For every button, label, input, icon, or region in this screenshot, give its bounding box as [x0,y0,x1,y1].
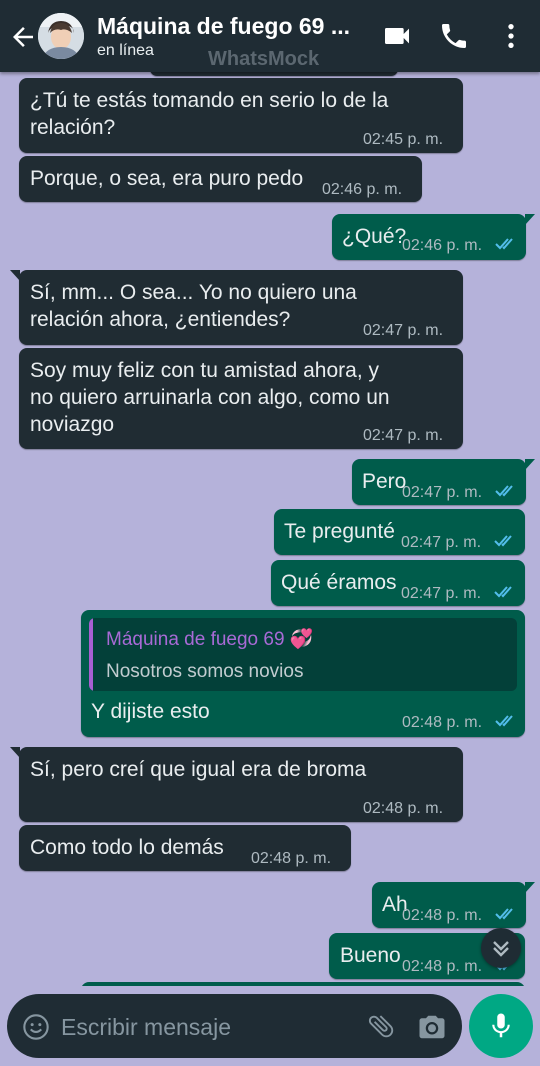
message-bubble-partial [150,72,398,76]
message-bubble-outgoing[interactable]: Te pregunté 02:47 p. m. [274,509,525,555]
message-bubble-incoming[interactable]: ¿Tú te estás tomando en serio lo de la r… [19,78,463,153]
message-time: 02:46 p. m. [322,181,403,198]
mic-icon [492,1013,510,1038]
watermark: WhatsMock [208,48,320,70]
emoji-icon[interactable] [22,1013,50,1041]
chat-header: Máquina de fuego 69 ... en línea WhatsMo… [0,0,540,72]
message-text: Te pregunté [284,520,395,543]
message-bubble-incoming[interactable]: Soy muy feliz con tu amistad ahora, y no… [19,348,463,449]
message-text: Qué éramos [281,571,397,594]
message-bubble-incoming[interactable]: Sí, pero creí que igual era de broma 02:… [10,747,463,822]
paperclip-icon[interactable] [366,1011,396,1041]
message-bubble-outgoing[interactable]: Ah 02:48 p. m. [372,882,535,928]
message-input[interactable] [59,1006,353,1048]
read-ticks-icon [494,586,512,598]
read-ticks-icon [495,238,513,250]
message-text: ¿Qué? [342,225,407,248]
video-call-button[interactable] [381,20,413,52]
message-text: Como todo lo demás [30,836,224,859]
voice-call-button[interactable] [438,20,470,52]
message-time: 02:47 p. m. [401,534,482,551]
message-bubble-outgoing[interactable]: ¿Qué? 02:46 p. m. [332,214,535,260]
read-ticks-icon [495,485,513,497]
back-button[interactable] [8,22,38,52]
message-time: 02:48 p. m. [402,907,483,924]
message-time: 02:45 p. m. [363,131,444,148]
message-time: 02:47 p. m. [402,484,483,501]
message-time: 02:48 p. m. [402,958,483,975]
quoted-author: Máquina de fuego 69 💞 [106,629,314,650]
phone-icon [442,24,466,48]
message-time: 02:48 p. m. [402,714,483,731]
heart-emoji: 💞 [289,629,314,650]
message-text: Y dijiste esto [91,700,210,723]
message-text: Pero [362,470,407,493]
message-bubble-outgoing-reply[interactable]: Máquina de fuego 69 💞 Nosotros somos nov… [81,610,525,737]
message-text: relación ahora, ¿entiendes? [30,308,291,331]
message-composer [7,994,462,1058]
menu-button[interactable] [495,20,527,52]
message-text: Bueno [340,944,401,967]
double-chevron-down-icon [493,941,509,957]
message-text: Sí, mm... O sea... Yo no quiero una [30,281,357,304]
camera-icon[interactable] [417,1012,447,1042]
read-ticks-icon [495,908,513,920]
mic-button[interactable] [469,994,533,1058]
read-ticks-icon [495,715,513,727]
message-bubble-outgoing[interactable]: Pero 02:47 p. m. [352,459,535,505]
contact-status: en línea [97,42,154,59]
arrow-back-icon [13,27,33,47]
message-bubble-incoming[interactable]: Sí, mm... O sea... Yo no quiero una rela… [10,270,463,345]
message-text: Soy muy feliz con tu amistad ahora, y [30,359,379,382]
scroll-to-bottom-button[interactable] [481,928,521,968]
message-text: no quiero arruinarla con algo, como un [30,386,390,409]
message-text: Sí, pero creí que igual era de broma [30,758,367,781]
message-text: Porque, o sea, era puro pedo [30,167,304,190]
more-vert-icon [508,24,514,48]
quoted-message[interactable]: Máquina de fuego 69 💞 Nosotros somos nov… [89,618,517,691]
message-bubble-partial [81,982,525,986]
contact-name[interactable]: Máquina de fuego 69 ... [97,13,350,40]
message-time: 02:47 p. m. [363,427,444,444]
message-bubble-outgoing[interactable]: Qué éramos 02:47 p. m. [271,560,525,606]
message-text: relación? [30,116,116,139]
message-time: 02:48 p. m. [251,850,332,867]
message-text: ¿Tú te estás tomando en serio lo de la [30,89,389,112]
message-time: 02:48 p. m. [363,800,444,817]
message-text: noviazgo [30,413,115,436]
avatar[interactable] [38,13,84,59]
read-ticks-icon [494,535,512,547]
message-bubble-incoming[interactable]: Porque, o sea, era puro pedo 02:46 p. m. [19,156,422,202]
message-list[interactable]: ¿Tú te estás tomando en serio lo de la r… [0,72,540,986]
message-time: 02:46 p. m. [402,237,483,254]
quoted-text: Nosotros somos novios [106,661,304,682]
video-call-icon [385,28,409,44]
message-time: 02:47 p. m. [401,585,482,602]
message-time: 02:47 p. m. [363,322,444,339]
message-bubble-incoming[interactable]: Como todo lo demás 02:48 p. m. [19,825,351,871]
